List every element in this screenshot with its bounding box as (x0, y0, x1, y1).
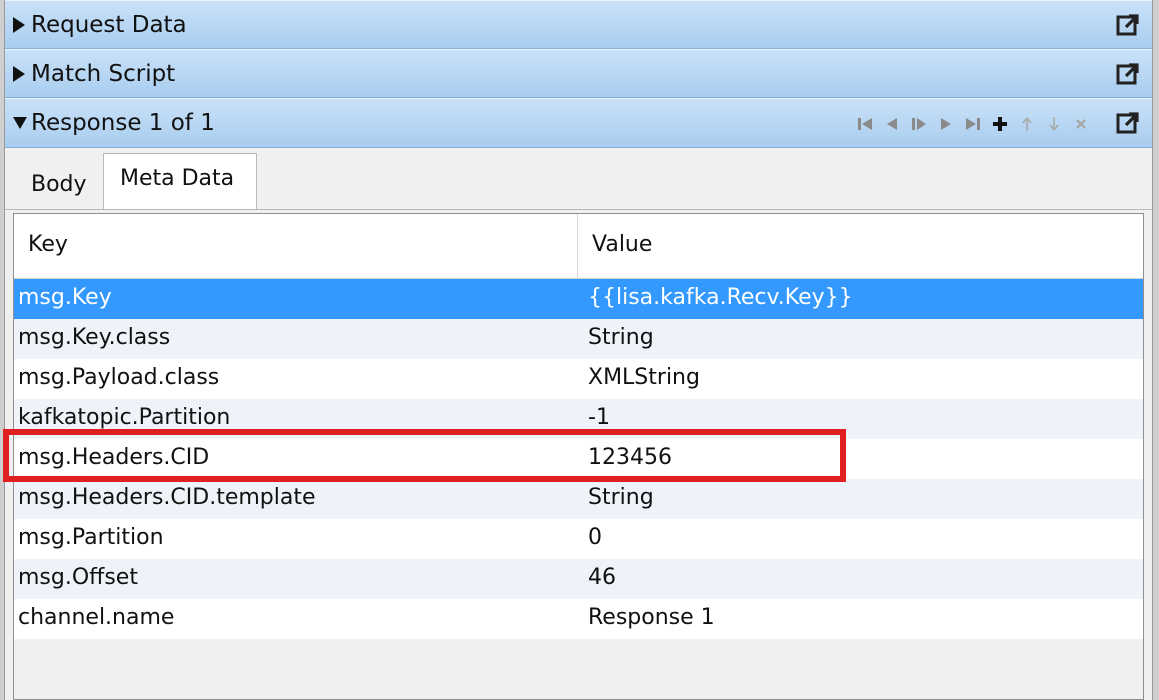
meta-data-table: Key Value msg.Key {{lisa.kafka.Recv.Key}… (13, 213, 1144, 700)
expand-arrow-icon[interactable] (13, 65, 25, 82)
row-value: 123456 (588, 445, 672, 470)
move-up-icon[interactable] (1013, 113, 1040, 135)
column-header-value[interactable]: Value (592, 232, 652, 257)
table-row[interactable]: msg.Key.class String (14, 319, 1143, 359)
row-key: msg.Payload.class (18, 365, 220, 390)
response-navigation-toolbar (851, 113, 1094, 135)
match-script-header[interactable]: Match Script (5, 49, 1152, 98)
row-value: 0 (588, 525, 602, 550)
row-value: -1 (588, 405, 610, 430)
last-icon[interactable] (959, 113, 986, 135)
table-header: Key Value (14, 214, 1143, 279)
table-row[interactable]: msg.Key {{lisa.kafka.Recv.Key}} (14, 279, 1143, 319)
response-tabs: Body Meta Data (5, 148, 1152, 211)
row-value: String (588, 485, 654, 510)
table-row[interactable]: kafkatopic.Partition -1 (14, 399, 1143, 439)
row-key: channel.name (18, 605, 175, 630)
move-down-icon[interactable] (1040, 113, 1067, 135)
expand-arrow-icon[interactable] (13, 16, 25, 33)
row-key: msg.Partition (18, 525, 164, 550)
response-title[interactable]: Response 1 of 1 (13, 110, 215, 136)
first-icon[interactable] (851, 113, 878, 135)
tab-body[interactable]: Body (19, 160, 103, 200)
row-value: XMLString (588, 365, 700, 390)
row-value: String (588, 325, 654, 350)
column-header-key[interactable]: Key (28, 232, 68, 257)
meta-data-panel: Key Value msg.Key {{lisa.kafka.Recv.Key}… (5, 210, 1152, 700)
table-row[interactable]: msg.Headers.CID 123456 (14, 439, 1143, 479)
next-icon[interactable] (932, 113, 959, 135)
request-data-title[interactable]: Request Data (13, 12, 187, 38)
window-frame-right (1152, 0, 1159, 700)
table-row[interactable]: msg.Partition 0 (14, 519, 1143, 559)
response-header[interactable]: Response 1 of 1 (5, 98, 1152, 148)
row-key: msg.Headers.CID (18, 445, 210, 470)
request-data-label: Request Data (31, 11, 187, 38)
row-key: msg.Headers.CID.template (18, 485, 316, 510)
delete-icon[interactable] (1067, 113, 1094, 135)
row-key: kafkatopic.Partition (18, 405, 231, 430)
row-key: msg.Offset (18, 565, 138, 590)
row-key: msg.Key.class (18, 325, 171, 350)
play-icon[interactable] (905, 113, 932, 135)
response-label: Response 1 of 1 (31, 110, 215, 136)
previous-icon[interactable] (878, 113, 905, 135)
table-row[interactable]: channel.name Response 1 (14, 599, 1143, 639)
row-value: 46 (588, 565, 616, 590)
collapse-arrow-icon[interactable] (13, 117, 27, 129)
column-divider[interactable] (577, 214, 578, 279)
match-script-title[interactable]: Match Script (13, 61, 175, 87)
popout-icon[interactable] (1116, 13, 1140, 37)
popout-icon[interactable] (1116, 111, 1140, 135)
table-row[interactable]: msg.Headers.CID.template String (14, 479, 1143, 519)
request-data-header[interactable]: Request Data (5, 0, 1152, 49)
match-script-label: Match Script (31, 60, 176, 87)
row-value: Response 1 (588, 605, 715, 630)
add-icon[interactable] (986, 113, 1013, 135)
popout-icon[interactable] (1116, 62, 1140, 86)
tab-meta-data[interactable]: Meta Data (103, 153, 257, 211)
row-value: {{lisa.kafka.Recv.Key}} (588, 285, 853, 310)
table-row[interactable]: msg.Payload.class XMLString (14, 359, 1143, 399)
row-key: msg.Key (18, 285, 112, 310)
table-row[interactable]: msg.Offset 46 (14, 559, 1143, 599)
